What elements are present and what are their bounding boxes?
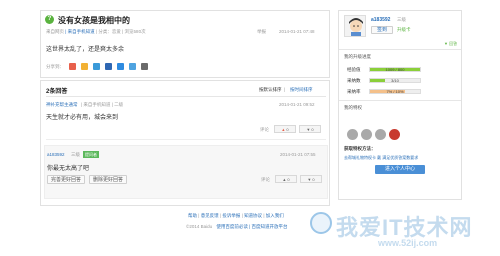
asker-badge: 提问者 [83, 151, 99, 158]
footer-link-agreement[interactable]: 知道协议 [244, 213, 262, 218]
footer-link-join[interactable]: 加入我们 [266, 213, 284, 218]
answer-time: 2014-01-21 09:52 [279, 102, 315, 107]
thumb-up-icon: ▲ [281, 127, 286, 132]
watermark-globe-icon [310, 212, 332, 234]
avatar-face-icon [349, 18, 363, 36]
privilege-method-desc[interactable]: 去帮城礼物特权卡 戴 满足优质答案数要求 [344, 155, 460, 161]
vote-down-button[interactable]: ▼ 0 [299, 125, 321, 133]
enter-center-button[interactable]: 进入个人中心 [375, 165, 425, 174]
asker-level: 三级 [71, 152, 80, 157]
share-tieba-icon[interactable] [117, 63, 124, 70]
sort-default[interactable]: 按默认排序 [259, 87, 282, 93]
progress-row-label: 经验值 [347, 67, 361, 72]
footer-links: 帮助 | 意见反馈 | 投诉举报 | 知道协议 | 加入我们 [188, 213, 284, 219]
vote-up-count: 0 [286, 127, 289, 132]
question-views: | 浏览580次 [122, 29, 146, 34]
thumb-down-icon: ▼ [307, 177, 312, 182]
asker-text: 你最无太高了吧 [47, 166, 90, 172]
footer-link-report[interactable]: 投诉举报 [222, 213, 240, 218]
sidebar-level: 三级 [397, 17, 406, 22]
question-body: 这世界太乱了，还是爽太多余 [46, 47, 125, 53]
user-sidebar: a183592 三级 签到 升级卡 ▼ 回答 我的升级进度 经验值 1009 /… [338, 10, 462, 200]
vote-down-button[interactable]: ▼ 0 [300, 175, 322, 183]
vote-up-button[interactable]: ▲ 0 [274, 125, 296, 133]
sign-in-button[interactable]: 签到 [371, 26, 393, 34]
share-renren-icon[interactable] [105, 63, 112, 70]
progress-row-label: 采纳率 [347, 89, 361, 94]
sidebar-username[interactable]: a183592 [371, 17, 390, 23]
question-meta: 来自网页 | 来自手机知道 | 分类：恋爱 | 浏览580次 [46, 29, 146, 35]
footer-copyright: ©2014 Baidu 使用百度前必读 | 百度知道开放平台 [186, 224, 288, 230]
question-time: 2014-01-21 07:48 [279, 29, 315, 34]
progress-value: 3/10 [391, 78, 399, 83]
question-category: | 分类：恋爱 [95, 29, 121, 34]
question-source: 来自网页 [46, 29, 64, 34]
copyright-text: ©2014 Baidu [186, 224, 213, 229]
privilege-section-title: 我的特权 [344, 105, 362, 110]
divider [46, 139, 326, 140]
answer-user[interactable]: 神补充帮主通常 [46, 102, 78, 108]
collapse-toggle[interactable]: ▼ 回答 [444, 41, 457, 47]
watermark-url: www.52ij.com [378, 238, 438, 248]
comment-link[interactable]: 评论 [261, 177, 270, 183]
question-mobile-link[interactable]: | 来自手机知道 [65, 29, 94, 34]
divider [46, 96, 326, 97]
report-link[interactable]: 举报 [257, 29, 266, 35]
privilege-icon[interactable] [375, 129, 386, 140]
comment-link[interactable]: 评论 [260, 127, 269, 133]
share-weibo-icon[interactable] [69, 63, 76, 70]
watermark-logo: 我爱IT技术网 www.52ij.com [308, 206, 498, 254]
progress-section-title: 我的升级进度 [344, 54, 371, 59]
progress-value: 7% / 10% [386, 89, 404, 94]
footer-link-feedback[interactable]: 意见反馈 [201, 213, 219, 218]
privilege-icon[interactable] [347, 129, 358, 140]
trash-icon[interactable] [389, 129, 400, 140]
share-tencent-icon[interactable] [129, 63, 136, 70]
sort-separator: | [284, 87, 286, 92]
delete-answer-button[interactable]: 删除更好回答 [89, 175, 127, 184]
asker-reply-box: a183592 三级 提问者 2014-01-21 07:55 你最无太高了吧 … [44, 145, 328, 199]
asker-user[interactable]: a183592 [47, 152, 65, 157]
privilege-method-title: 获取特权方法： [344, 146, 376, 151]
progress-row-label: 采纳数 [347, 78, 361, 83]
progress-value: 1009 / 800 [385, 67, 405, 72]
question-mark-icon: ? [45, 15, 54, 24]
question-card: ? 没有女孩是我相中的 来自网页 | 来自手机知道 | 分类：恋爱 | 浏览58… [40, 10, 330, 78]
legal-links[interactable]: 使用百度前必读 | 百度知道开放平台 [216, 224, 287, 229]
vote-up-count: 0 [287, 177, 290, 182]
improve-answer-button[interactable]: 完善更好回答 [47, 175, 85, 184]
asker-time: 2014-01-21 07:55 [280, 152, 316, 157]
divider [339, 100, 461, 101]
vote-up-button[interactable]: ▲ 0 [275, 175, 297, 183]
share-qzone-icon[interactable] [81, 63, 88, 70]
footer-link-help[interactable]: 帮助 [188, 213, 197, 218]
progress-bar-rate: 7% / 10% [369, 89, 421, 94]
answers-card: 2条回答 按默认排序 | 按时间排序 神补充帮主通常 | 来自手机知道 | 二级… [40, 80, 330, 206]
sort-time[interactable]: 按时间排序 [290, 87, 313, 93]
upgrade-card-link[interactable]: 升级卡 [397, 27, 411, 33]
vote-down-count: 0 [311, 127, 314, 132]
vote-down-count: 0 [312, 177, 315, 182]
avatar[interactable] [344, 15, 366, 37]
thumb-up-icon: ▲ [282, 177, 287, 182]
answers-header: 2条回答 [46, 89, 68, 95]
divider [339, 49, 461, 50]
question-title: 没有女孩是我相中的 [58, 16, 130, 25]
progress-bar-adopt: 3/10 [369, 78, 421, 83]
share-more-icon[interactable] [141, 63, 148, 70]
share-qq-icon[interactable] [93, 63, 100, 70]
privilege-icon[interactable] [361, 129, 372, 140]
share-label: 分享到： [46, 64, 64, 69]
progress-bar-exp: 1009 / 800 [369, 67, 421, 72]
thumb-down-icon: ▼ [306, 127, 311, 132]
answer-text: 天生就才必有用，城会来到 [46, 115, 119, 121]
answer-meta: | 来自手机知道 | 二级 [81, 102, 124, 107]
